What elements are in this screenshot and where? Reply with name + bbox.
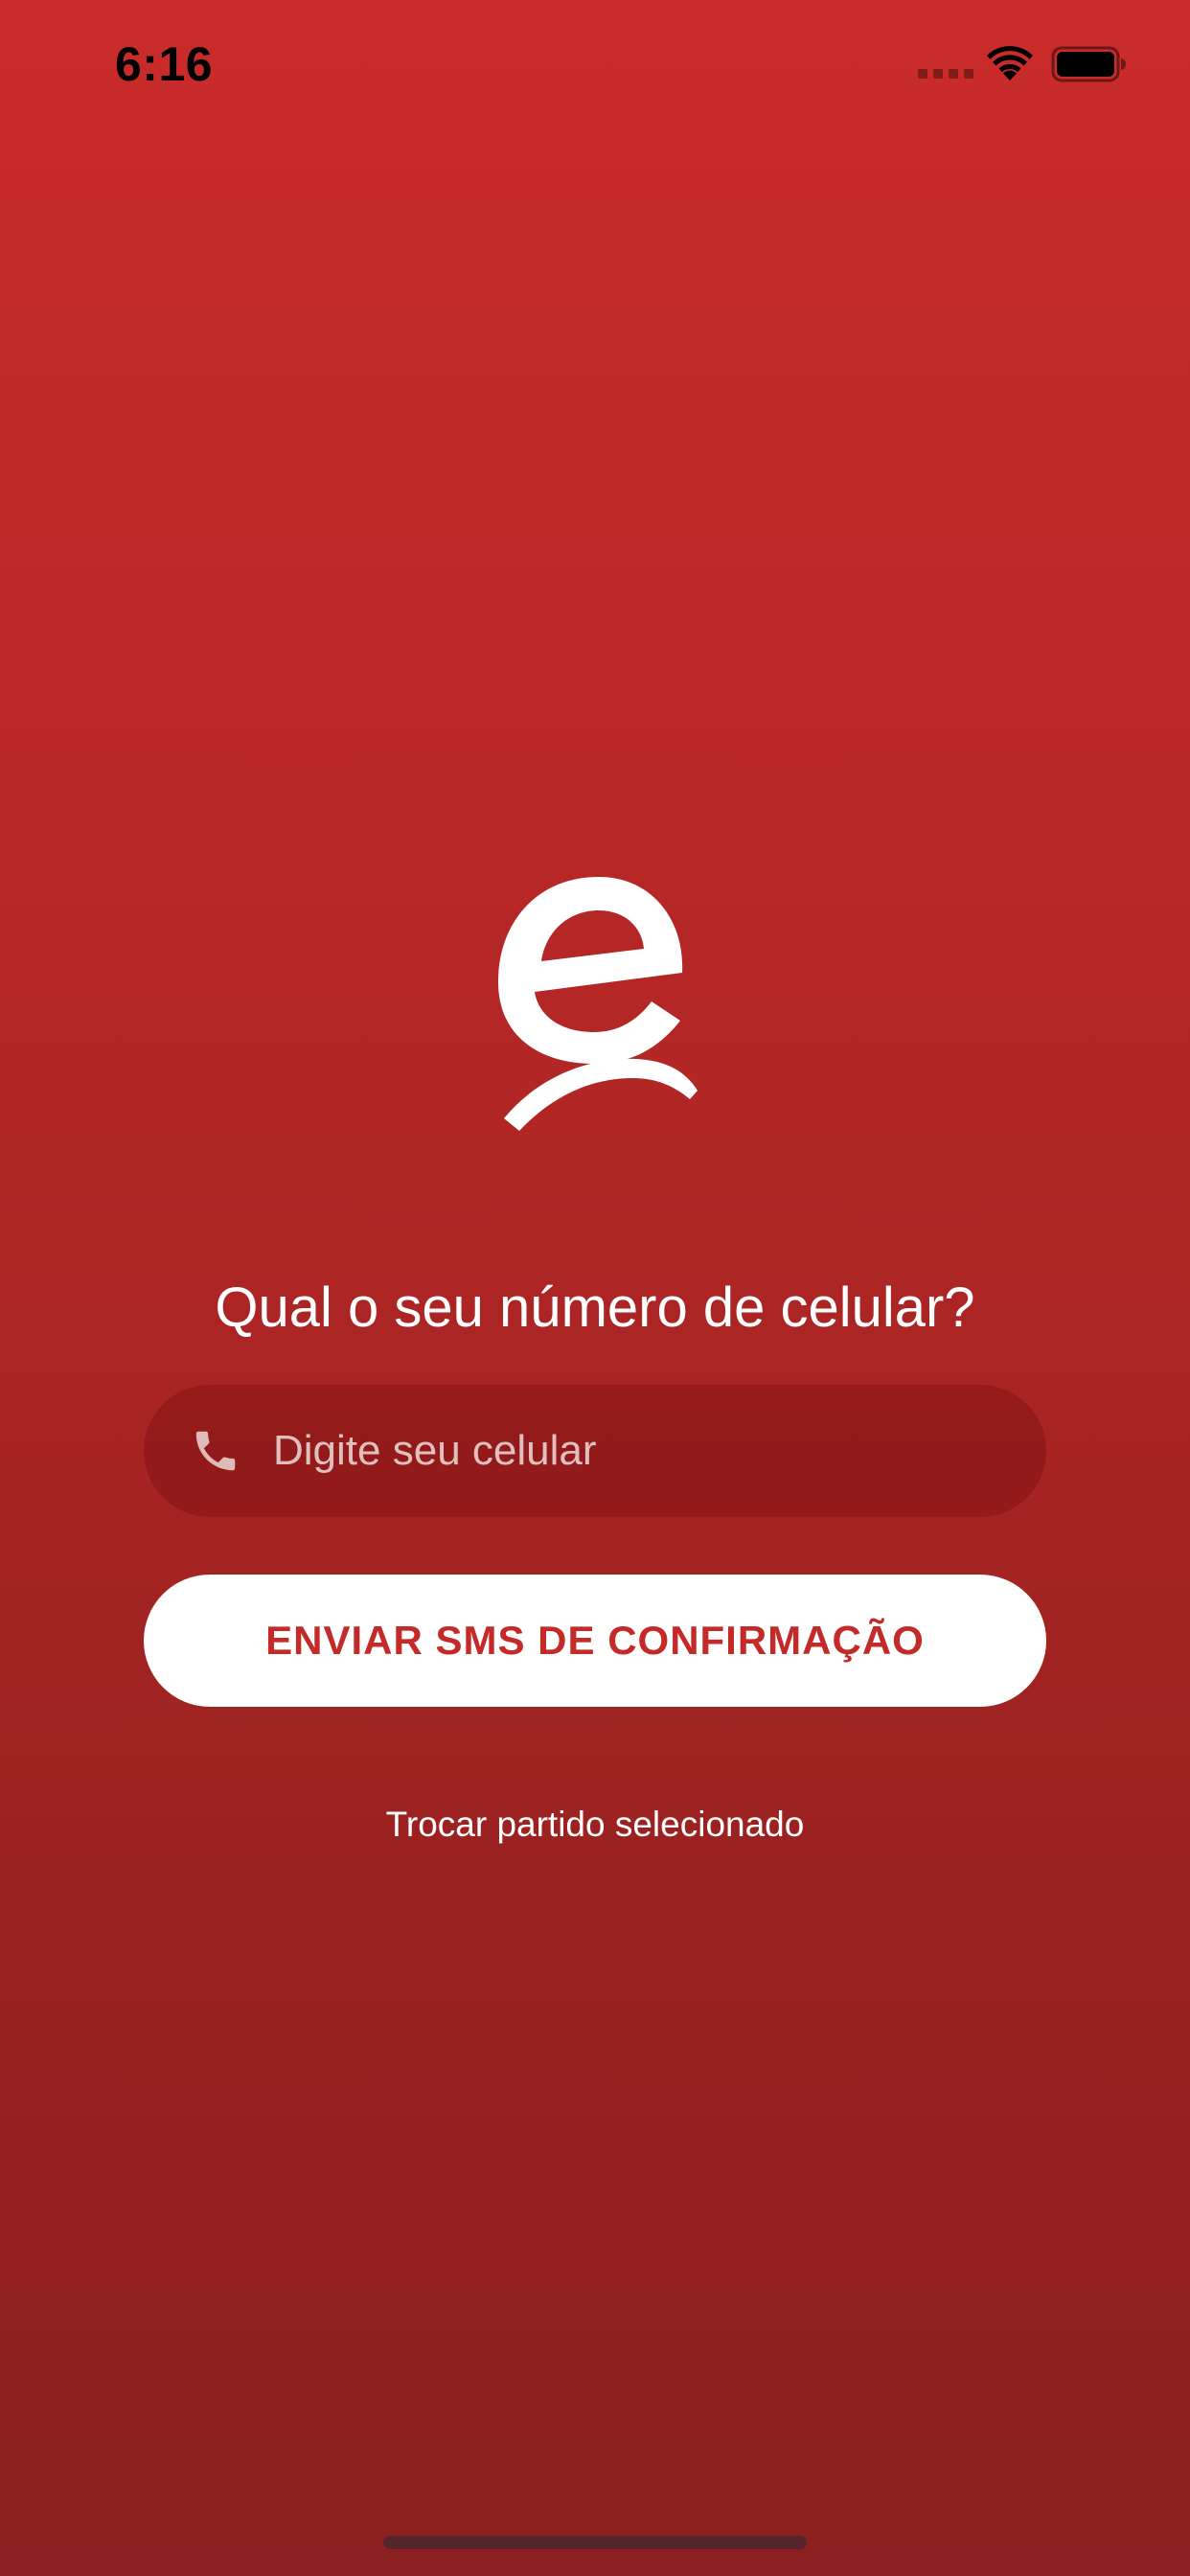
phone-question-heading: Qual o seu número de celular? (215, 1276, 975, 1339)
status-bar: 6:16 (0, 0, 1190, 126)
phone-field[interactable] (144, 1385, 1046, 1517)
home-indicator[interactable] (383, 2536, 807, 2549)
switch-party-link[interactable]: Trocar partido selecionado (0, 1802, 1190, 1848)
battery-icon (1051, 46, 1126, 82)
phone-input[interactable] (273, 1385, 1001, 1517)
cellular-signal-icon (918, 69, 973, 79)
send-sms-confirmation-button[interactable]: ENVIAR SMS DE CONFIRMAÇÃO (144, 1575, 1046, 1707)
phone-icon (195, 1431, 236, 1471)
app-logo-icon (498, 877, 698, 1131)
phone-login-screen: 6:16 Qual o seu número de celular? Digit… (0, 0, 1190, 2576)
status-time: 6:16 (115, 37, 214, 91)
wifi-icon (987, 46, 1033, 80)
